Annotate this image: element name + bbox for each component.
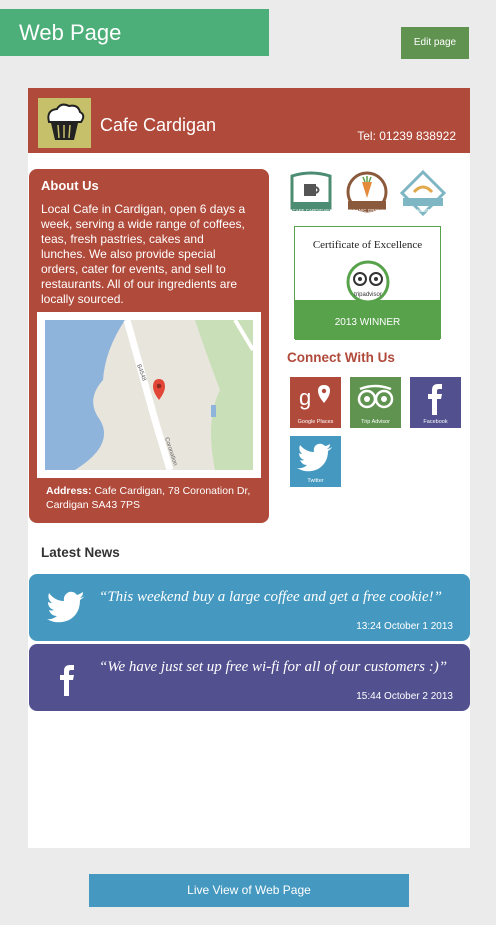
muffin-logo-icon xyxy=(38,98,91,148)
news-text: “This weekend buy a large coffee and get… xyxy=(99,589,442,605)
latest-news-title: Latest News xyxy=(41,545,120,560)
twitter-icon xyxy=(297,443,332,472)
edit-page-button[interactable]: Edit page xyxy=(401,27,469,59)
twitter-icon xyxy=(47,591,85,623)
location-map[interactable]: B4548 Coronation xyxy=(37,312,261,478)
news-time: 13:24 October 1 2013 xyxy=(356,621,453,632)
news-time: 15:44 October 2 2013 xyxy=(356,691,453,702)
certificate-title: Certificate of Excellence xyxy=(312,239,423,251)
trip-advisor-button[interactable]: Trip Advisor xyxy=(350,377,401,428)
organic-grower-badge: ORGANIC GROWER xyxy=(344,170,390,216)
tripadvisor-icon xyxy=(357,384,394,409)
site-header: Cafe Cardigan Tel: 01239 838922 xyxy=(28,88,470,153)
certificate-of-excellence[interactable]: Certificate of Excellence tripadvisor 20… xyxy=(294,226,441,340)
facebook-icon xyxy=(428,384,442,415)
news-item-twitter[interactable]: “This weekend buy a large coffee and get… xyxy=(29,574,470,641)
about-panel: About Us Local Cafe in Cardigan, open 6 … xyxy=(29,169,269,523)
connect-title: Connect With Us xyxy=(287,350,395,365)
social-label: Facebook xyxy=(423,419,448,425)
facebook-icon xyxy=(60,665,74,696)
tripadvisor-brand: tripadvisor xyxy=(354,292,382,298)
google-places-icon: g xyxy=(299,385,330,410)
certificate-winner: 2013 WINNER xyxy=(334,317,401,328)
address-label: Address: xyxy=(46,485,92,497)
badge-label: CAFE CARDIGAN xyxy=(292,208,330,213)
news-item-facebook[interactable]: “We have just set up free wi-fi for all … xyxy=(29,644,470,711)
svg-text:g: g xyxy=(299,385,311,410)
social-label: Twitter xyxy=(307,478,324,484)
about-title: About Us xyxy=(41,178,99,193)
about-text: Local Cafe in Cardigan, open 6 days a we… xyxy=(41,202,246,306)
cafe-cardigan-badge: CAFE CARDIGAN xyxy=(288,170,334,216)
news-text: “We have just set up free wi-fi for all … xyxy=(99,659,448,675)
acg-members-badge: ACG MEMBERS xyxy=(399,169,447,217)
google-places-button[interactable]: g Google Places xyxy=(290,377,341,428)
social-label: Google Places xyxy=(297,419,334,425)
badge-label: ACG MEMBERS xyxy=(406,208,440,213)
twitter-button[interactable]: Twitter xyxy=(290,436,341,487)
tripadvisor-owl-icon: tripadvisor xyxy=(346,260,390,302)
web-page-preview: Cafe Cardigan Tel: 01239 838922 About Us… xyxy=(28,88,470,848)
telephone: Tel: 01239 838922 xyxy=(357,129,456,143)
facebook-button[interactable]: Facebook xyxy=(410,377,461,428)
address: Address: Cafe Cardigan, 78 Coronation Dr… xyxy=(46,484,261,512)
live-view-button[interactable]: Live View of Web Page xyxy=(89,874,409,907)
page-title: Web Page xyxy=(0,9,269,56)
badge-label: ORGANIC GROWER xyxy=(345,208,389,213)
badges: CAFE CARDIGAN ORGANIC GROWER ACG MEMBERS xyxy=(288,169,458,217)
social-label: Trip Advisor xyxy=(361,419,390,425)
cafe-name: Cafe Cardigan xyxy=(100,115,217,135)
